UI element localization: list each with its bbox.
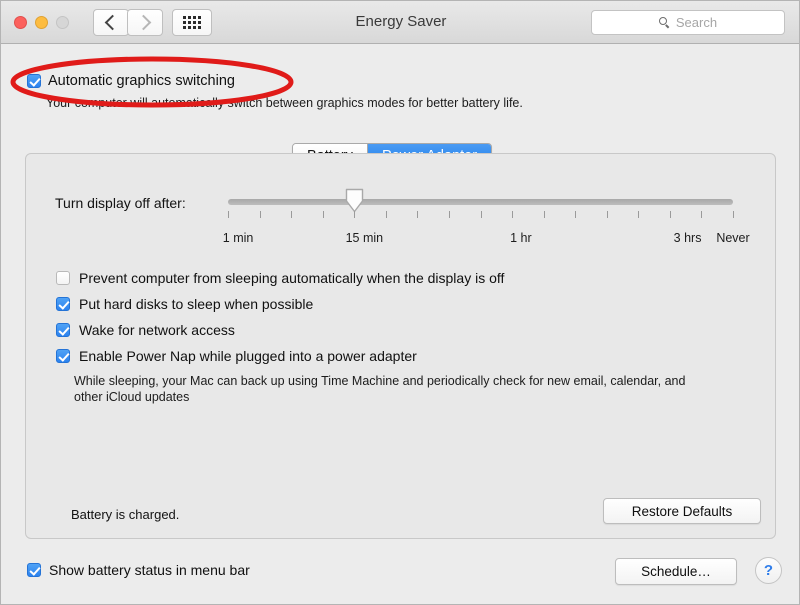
slider-thumb[interactable]: [345, 188, 364, 213]
option-checkbox[interactable]: [56, 323, 70, 337]
slider-tick: [448, 211, 450, 218]
option-checkbox[interactable]: [56, 271, 70, 285]
option-checkbox[interactable]: [56, 349, 70, 363]
battery-status-text: Battery is charged.: [71, 507, 180, 522]
titlebar: Energy Saver Search: [1, 1, 799, 44]
slider-tick: [543, 211, 545, 218]
slider-tick: [354, 211, 356, 218]
energy-saver-window: Energy Saver Search Automatic graphics s…: [0, 0, 800, 605]
slider-tick: [701, 211, 703, 218]
slider-tick-label: 1 hr: [510, 231, 532, 245]
show-battery-status-label: Show battery status in menu bar: [49, 562, 250, 578]
slider-tick: [259, 211, 261, 218]
automatic-graphics-switching-checkbox[interactable]: [27, 74, 41, 88]
slider-tick: [733, 211, 734, 218]
help-button[interactable]: ?: [755, 557, 782, 584]
option-label: Enable Power Nap while plugged into a po…: [79, 348, 417, 364]
slider-tick: [385, 211, 387, 218]
option-row[interactable]: Wake for network access: [56, 321, 716, 339]
slider-tick: [638, 211, 640, 218]
slider-tick: [480, 211, 482, 218]
slider-tick-labels: 1 min 15 min 1 hr 3 hrs Never: [223, 231, 750, 247]
option-label: Wake for network access: [79, 322, 235, 338]
automatic-graphics-switching-label: Automatic graphics switching: [48, 73, 235, 89]
option-label: Prevent computer from sleeping automatic…: [79, 270, 505, 286]
option-row[interactable]: Put hard disks to sleep when possible: [56, 295, 716, 313]
restore-defaults-button[interactable]: Restore Defaults: [603, 498, 761, 524]
slider-ticks: [228, 211, 734, 221]
slider-tick: [575, 211, 577, 218]
slider-tick: [606, 211, 608, 218]
power-nap-description: While sleeping, your Mac can back up usi…: [74, 374, 686, 404]
show-battery-status-checkbox[interactable]: [27, 563, 41, 577]
search-input[interactable]: Search: [591, 10, 785, 35]
slider-tick-label: 3 hrs: [673, 231, 702, 245]
automatic-graphics-switching-row[interactable]: Automatic graphics switching: [27, 73, 235, 89]
search-icon: [658, 17, 670, 28]
automatic-graphics-switching-description: Your computer will automatically switch …: [46, 96, 523, 110]
slider-tick: [322, 211, 324, 218]
slider-tick: [417, 211, 419, 218]
display-sleep-slider[interactable]: [228, 188, 734, 221]
schedule-button[interactable]: Schedule…: [615, 558, 737, 585]
option-checkbox[interactable]: [56, 297, 70, 311]
display-sleep-slider-label: Turn display off after:: [55, 195, 186, 211]
slider-tick: [291, 211, 293, 218]
slider-tick: [512, 211, 514, 218]
slider-tick: [228, 211, 229, 218]
show-battery-status-row[interactable]: Show battery status in menu bar: [27, 562, 250, 578]
slider-tick: [669, 211, 671, 218]
slider-tick-label: 15 min: [345, 231, 384, 245]
option-label: Put hard disks to sleep when possible: [79, 296, 314, 312]
slider-tick-label: Never: [716, 231, 750, 245]
option-row[interactable]: Enable Power Nap while plugged into a po…: [56, 347, 716, 365]
options-list: Prevent computer from sleeping automatic…: [56, 269, 716, 373]
search-placeholder: Search: [675, 15, 718, 30]
slider-tick-label: 1 min: [222, 231, 254, 245]
option-row[interactable]: Prevent computer from sleeping automatic…: [56, 269, 716, 287]
slider-track[interactable]: [228, 188, 733, 213]
